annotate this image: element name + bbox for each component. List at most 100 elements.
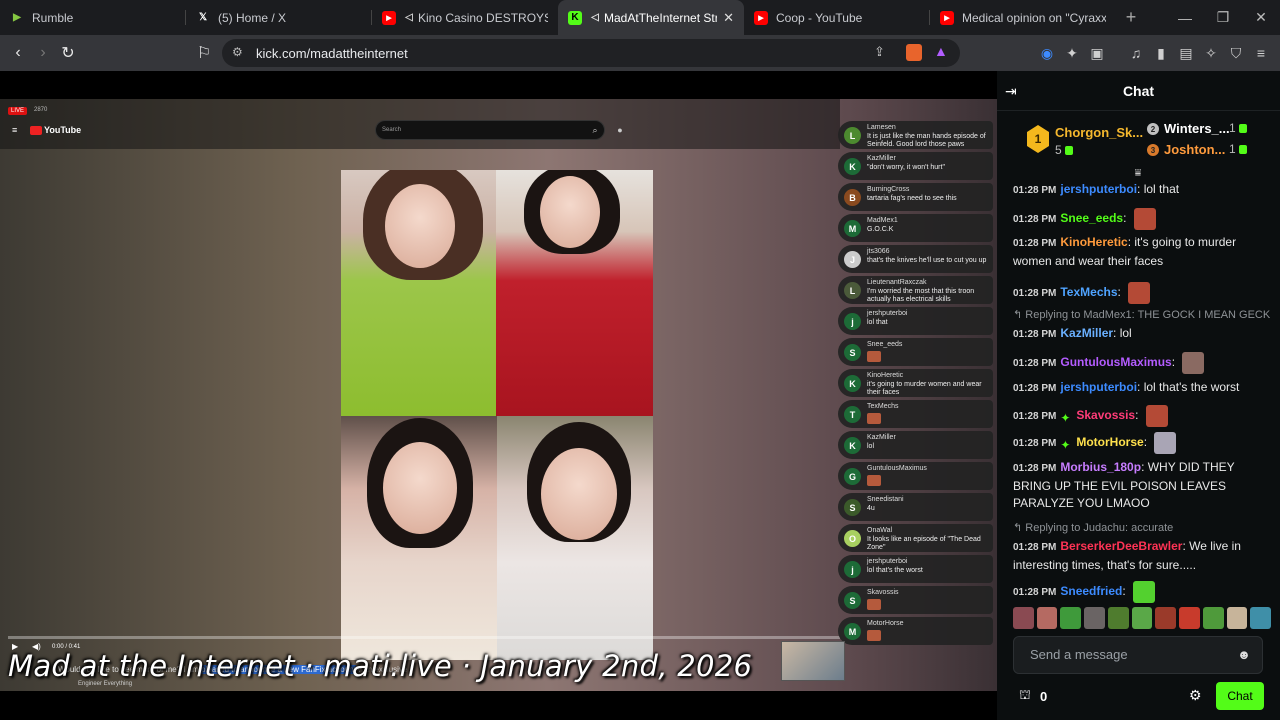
message-username[interactable]: TexMechs <box>1060 285 1117 299</box>
yt-chat-author: KazMiller <box>867 155 896 162</box>
audio-playing-icon[interactable]: ◁ <box>590 11 600 25</box>
message-emote[interactable] <box>1128 282 1151 304</box>
channel-points-icon[interactable]: ⛫ <box>1019 687 1031 705</box>
youtube-live-chat: L Lamesen It is just like the man hands ep… <box>838 121 997 719</box>
brave-shields-icon[interactable] <box>906 44 922 61</box>
tab-label: MadAtTheInternet Stream <box>604 10 718 25</box>
message-emote[interactable] <box>1154 432 1177 454</box>
yt-chat-text: lol that <box>867 319 888 326</box>
extensions-icon[interactable]: ✦ <box>1062 43 1082 63</box>
chat-panel: ⇥ Chat 1 Chorgon_Sk... 5 2 Winters_... 1… <box>997 71 1280 720</box>
reply-context[interactable]: ↰ Replying to Judachu: accurate <box>1013 521 1173 534</box>
leaderboard-count-1: 5 <box>1055 143 1073 157</box>
emote-button[interactable] <box>1155 607 1177 629</box>
new-tab-button[interactable]: + <box>1116 7 1146 28</box>
share-icon[interactable]: ⇪ <box>874 44 885 60</box>
send-message-input[interactable] <box>1030 647 1230 662</box>
chat-send-button[interactable]: Chat <box>1216 682 1264 710</box>
emote-button[interactable] <box>1202 607 1224 629</box>
message-username[interactable]: jershputerboi <box>1060 182 1137 196</box>
yt-chat-author: Lamesen <box>867 124 896 131</box>
maximize-icon[interactable]: ❐ <box>1204 0 1242 35</box>
wallet-icon[interactable]: ▤ <box>1176 43 1196 63</box>
message-timestamp: 01:28 PM <box>1013 542 1057 553</box>
reload-icon[interactable]: ↻ <box>58 43 78 63</box>
tab-madattheinternet[interactable]: K ◁ MadAtTheInternet Stream ✕ <box>558 0 744 35</box>
close-tab-icon[interactable]: ✕ <box>723 10 734 26</box>
screenshot-icon[interactable]: ▣ <box>1087 43 1107 63</box>
emote-button[interactable] <box>1036 607 1058 629</box>
tab-label: Coop - YouTube <box>776 10 863 25</box>
tab-kino-casino[interactable]: ▶ ◁ Kino Casino DESTROYS DSP <box>372 0 558 35</box>
leaderboard-name-2[interactable]: Winters_... <box>1164 121 1230 136</box>
yt-chat-text: that's the knives he'll use to cut you u… <box>867 257 987 264</box>
emote-button[interactable] <box>1013 607 1034 629</box>
emote-button[interactable] <box>1131 607 1153 629</box>
mute-icon[interactable]: ◁ <box>404 11 414 25</box>
close-window-icon[interactable]: ✕ <box>1242 0 1280 35</box>
message-emote[interactable] <box>1182 352 1205 374</box>
leaderboard-name-1[interactable]: Chorgon_Sk... <box>1055 125 1143 140</box>
chat-messages: 01:28 PM jershputerboi: lol that 01:28 PM S… <box>997 173 1280 603</box>
yt-chat-avatar: K <box>844 375 861 392</box>
message-username[interactable]: Morbius_180p <box>1060 460 1141 474</box>
yt-chat-avatar: M <box>844 220 861 237</box>
message-username[interactable]: KazMiller <box>1060 326 1113 340</box>
message-username[interactable]: BerserkerDeeBrawler <box>1060 539 1182 553</box>
youtube-icon: ▶ <box>940 10 954 25</box>
leo-ai-icon[interactable]: ✧ <box>1201 43 1221 63</box>
site-settings-icon[interactable]: ⚙ <box>232 45 243 59</box>
tab-label: Kino Casino DESTROYS DSP <box>418 10 548 25</box>
back-icon[interactable]: ‹ <box>8 43 28 63</box>
message-username[interactable]: KinoHeretic <box>1060 235 1127 249</box>
message-emote[interactable] <box>1145 405 1168 427</box>
message-username[interactable]: jershputerboi <box>1060 380 1137 394</box>
channel-thumbnail <box>781 641 845 681</box>
message-timestamp: 01:28 PM <box>1013 358 1057 370</box>
message-timestamp: 01:28 PM <box>1013 214 1057 226</box>
yt-chat-text: I'm worried the most that this troon act… <box>867 288 975 303</box>
reply-context[interactable]: ↰ Replying to MadMex1: THE GOCK I MEAN G… <box>1013 308 1270 321</box>
address-bar[interactable]: ⚙ kick.com/madattheinternet ⇪ ▲ <box>222 39 960 67</box>
leaderboard-name-3[interactable]: Joshton... <box>1164 142 1225 157</box>
message-username[interactable]: Sneedfried <box>1060 584 1122 598</box>
message-emote[interactable] <box>1133 581 1156 603</box>
message-username[interactable]: Snee_eeds <box>1060 211 1123 225</box>
send-message-field[interactable]: ☻ <box>1013 636 1263 674</box>
bookmark-icon[interactable]: ⚐ <box>194 43 214 63</box>
emote-button[interactable] <box>1250 607 1272 629</box>
video-progress-bar <box>8 636 840 639</box>
shield-icon[interactable]: ⛉ <box>1226 43 1246 63</box>
tab-rumble[interactable]: ▶ Rumble <box>0 0 186 35</box>
emote-button[interactable] <box>1060 607 1082 629</box>
yt-chat-avatar: L <box>844 127 861 144</box>
tab-x[interactable]: 𝕏 (5) Home / X <box>186 0 372 35</box>
menu-icon[interactable]: ≡ <box>1251 43 1271 63</box>
emote-button[interactable] <box>1084 607 1105 629</box>
yt-chat-text: It is just like the man hands episode of… <box>867 133 986 148</box>
media-icon[interactable]: ♫ <box>1126 43 1146 63</box>
brave-rewards-icon[interactable]: ▲ <box>934 43 948 59</box>
tab-medical-opinion[interactable]: ▶ Medical opinion on "Cyraxx"'s m <box>930 0 1116 35</box>
message-timestamp: 01:28 PM <box>1013 411 1057 423</box>
chat-message: 01:28 PM Snee_eeds: <box>1013 208 1269 230</box>
sidebar-icon[interactable]: ▮ <box>1151 43 1171 63</box>
photo-red-dress <box>496 170 653 416</box>
tab-label: Rumble <box>32 10 74 25</box>
chat-settings-icon[interactable]: ⚙ <box>1189 687 1202 704</box>
youtube-search: Search <box>375 120 605 140</box>
emote-button[interactable] <box>1107 607 1129 629</box>
forward-icon[interactable]: › <box>33 43 53 63</box>
emote-button[interactable] <box>1226 607 1248 629</box>
video-player[interactable]: LIVE 2870 ≡ YouTube Search ⌕ ● ▶ ◀) 0:00… <box>0 71 997 720</box>
message-emote[interactable] <box>1133 208 1156 230</box>
message-username[interactable]: GuntulousMaximus <box>1060 355 1171 369</box>
message-username[interactable]: Skavossis <box>1076 408 1135 422</box>
yt-chat-author: KazMiller <box>867 434 896 441</box>
message-username[interactable]: MotorHorse <box>1076 435 1143 449</box>
vpn-icon[interactable]: ◉ <box>1037 43 1057 63</box>
minimize-icon[interactable]: — <box>1166 0 1204 35</box>
emote-button[interactable] <box>1179 607 1200 629</box>
emoji-picker-icon[interactable]: ☻ <box>1236 647 1252 663</box>
tab-coop-youtube[interactable]: ▶ Coop - YouTube <box>744 0 930 35</box>
